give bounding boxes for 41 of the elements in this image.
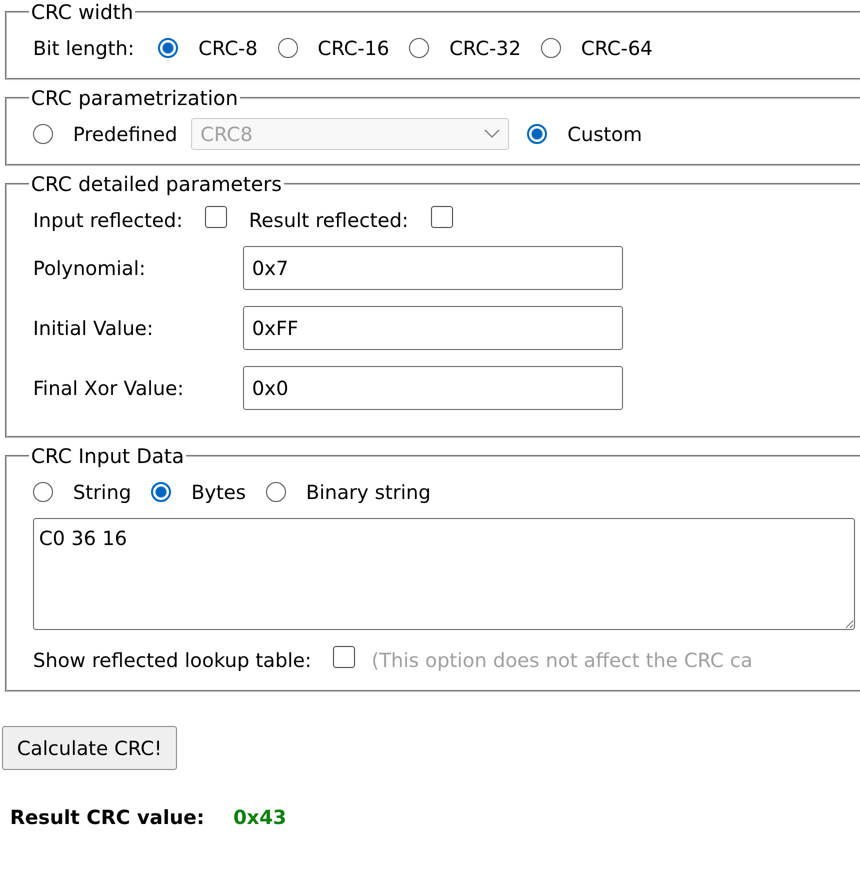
section-legend: CRC Input Data [29,444,186,468]
checkbox-label: Result reflected: [248,208,409,232]
radio-button[interactable] [266,482,286,502]
radio-button[interactable] [409,38,430,58]
radio-label[interactable]: Binary string [306,480,431,504]
checkbox[interactable] [333,646,356,668]
radio-label[interactable]: CRC-8 [198,36,258,60]
radio-button[interactable] [527,124,548,144]
text-area[interactable]: C0 36 16 [33,518,855,630]
radio-button[interactable] [33,124,53,144]
field-label: Bit length: [33,36,134,60]
radio-button[interactable] [278,38,298,58]
input-field[interactable]: 0x0 [243,366,623,410]
result-label: Result CRC value: [10,806,204,829]
radio-label[interactable]: CRC-32 [449,36,521,60]
input-field[interactable]: 0x7 [243,246,623,290]
radio-label[interactable]: String [73,480,132,504]
radio-label[interactable]: Predefined [73,122,178,146]
hint-text: (This option does not affect the CRC ca [371,648,753,672]
checkbox-label: Show reflected lookup table: [33,648,312,672]
radio-button[interactable] [540,38,561,58]
checkbox[interactable] [204,206,227,228]
radio-label[interactable]: CRC-64 [580,36,653,60]
radio-button[interactable] [33,482,53,502]
radio-label[interactable]: Custom [567,122,642,146]
chevron-down-icon [484,129,500,139]
checkbox-label: Input reflected: [33,208,183,232]
section-legend: CRC width [29,0,136,24]
field-label: Final Xor Value: [33,376,185,400]
calculate-button[interactable]: Calculate CRC! [2,726,177,770]
section-legend: CRC parametrization [29,86,240,110]
radio-label[interactable]: CRC-16 [318,36,390,60]
checkbox[interactable] [430,206,453,228]
input-field[interactable]: 0xFF [243,306,623,350]
section-legend: CRC detailed parameters [29,172,284,196]
field-label: Initial Value: [33,316,154,340]
radio-button[interactable] [151,482,172,502]
field-label: Polynomial: [33,256,147,280]
radio-label[interactable]: Bytes [191,480,246,504]
result-value: 0x43 [233,806,287,829]
radio-button[interactable] [158,38,178,58]
